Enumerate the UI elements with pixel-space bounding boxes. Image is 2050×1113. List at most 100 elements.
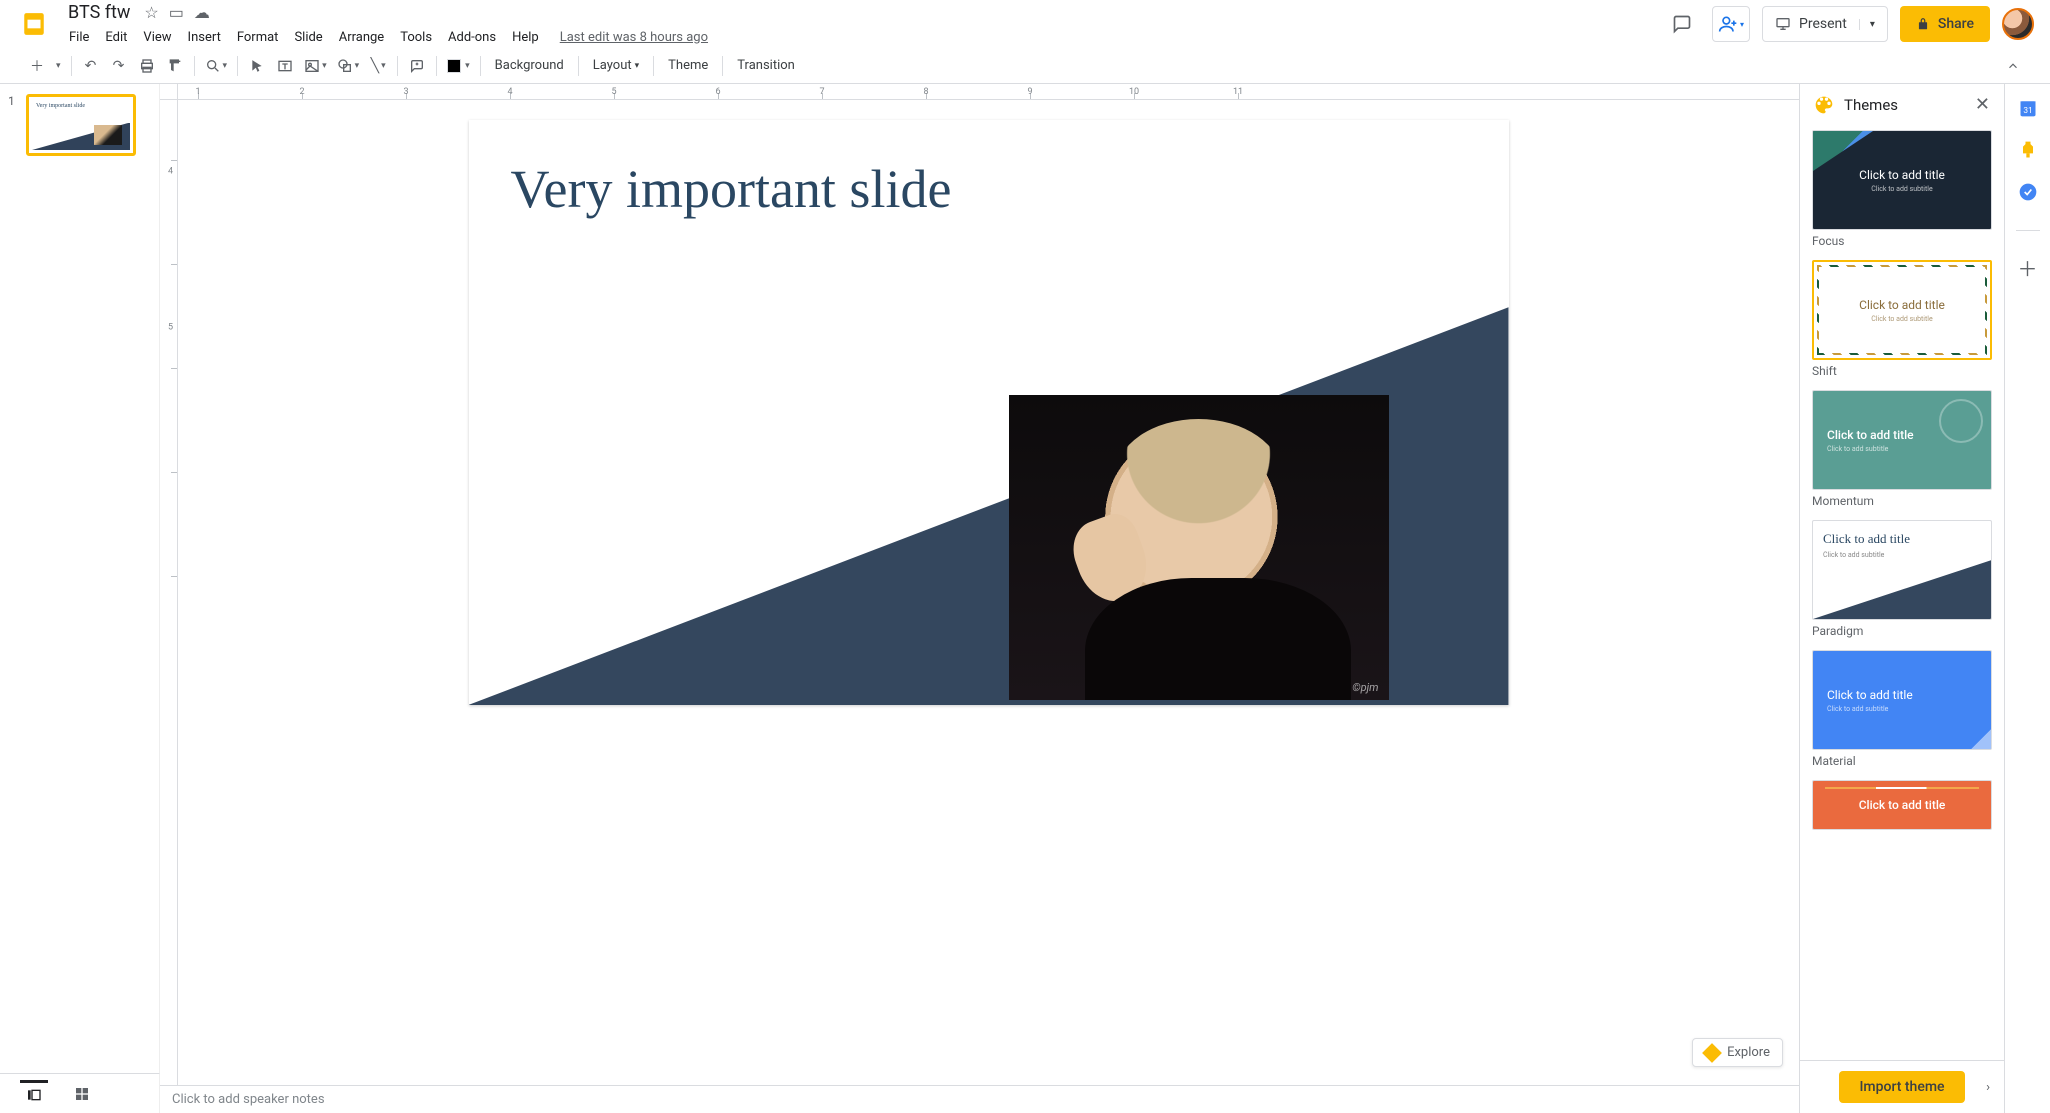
new-slide-button[interactable]: ＋ — [24, 53, 50, 79]
separator — [397, 56, 398, 76]
slide-image[interactable]: ©pjm — [1009, 395, 1389, 700]
slides-logo[interactable] — [16, 6, 52, 42]
doc-title[interactable]: BTS ftw — [62, 0, 136, 25]
line-tool[interactable]: ╲ ▾ — [365, 53, 391, 79]
theme-label: Momentum — [1812, 494, 1992, 508]
theme-shift[interactable]: Click to add title Click to add subtitle… — [1812, 260, 1992, 378]
add-person-button[interactable]: ▾ — [1712, 6, 1750, 42]
image-watermark: ©pjm — [1352, 681, 1378, 694]
theme-preview-title: Click to add title — [1859, 168, 1945, 182]
explore-button[interactable]: Explore — [1692, 1038, 1783, 1067]
ruler-vertical[interactable]: 12345 — [160, 100, 178, 1085]
theme-button[interactable]: Theme — [660, 53, 716, 79]
theme-momentum[interactable]: Click to add title Click to add subtitle… — [1812, 390, 1992, 508]
comments-icon[interactable] — [1664, 6, 1700, 42]
filmstrip-slide[interactable]: 1 Very important slide — [8, 94, 151, 156]
calendar-icon[interactable]: 31 — [2018, 98, 2038, 118]
present-caret-icon[interactable]: ▾ — [1859, 19, 1875, 30]
menu-view[interactable]: View — [136, 26, 178, 49]
star-icon[interactable]: ☆ — [144, 3, 158, 22]
theme-preview-subtitle: Click to add subtitle — [1859, 185, 1945, 193]
explore-icon — [1702, 1043, 1722, 1063]
theme-focus[interactable]: Click to add title Click to add subtitle… — [1812, 130, 1992, 248]
theme-material[interactable]: Click to add title Click to add subtitle… — [1812, 650, 1992, 768]
speaker-notes[interactable]: Click to add speaker notes — [160, 1085, 1799, 1113]
menu-arrange[interactable]: Arrange — [332, 26, 391, 49]
menu-tools[interactable]: Tools — [393, 26, 439, 49]
themes-list[interactable]: Click to add title Click to add subtitle… — [1800, 126, 2004, 1060]
canvas-area: 1234567891011 12345 Very important slide… — [160, 84, 1799, 1113]
ruler-horizontal[interactable]: 1234567891011 — [178, 84, 1799, 100]
filmstrip-view-button[interactable] — [20, 1080, 48, 1108]
chevron-right-icon[interactable]: › — [1986, 1080, 1990, 1095]
hide-menus-button[interactable] — [2000, 53, 2026, 79]
toolbar: ＋ ▾ ↶ ↷ ▾ ▾ ▾ ╲ ▾ ▾ Background Layout▾ T… — [0, 48, 2050, 84]
transition-button[interactable]: Transition — [729, 53, 803, 79]
print-button[interactable] — [134, 53, 160, 79]
present-button[interactable]: Present ▾ — [1762, 6, 1888, 42]
theme-preview-subtitle: Click to add subtitle — [1859, 315, 1945, 323]
theme-preview-subtitle: Click to add subtitle — [1823, 551, 1884, 559]
theme-label: Paradigm — [1812, 624, 1992, 638]
zoom-button[interactable]: ▾ — [201, 53, 232, 79]
slide-canvas[interactable]: Very important slide ©pjm — [469, 120, 1509, 705]
menu-addons[interactable]: Add-ons — [441, 26, 503, 49]
present-label: Present — [1799, 16, 1847, 32]
tasks-icon[interactable] — [2018, 182, 2038, 202]
theme-label: Focus — [1812, 234, 1992, 248]
separator — [578, 56, 579, 76]
menu-file[interactable]: File — [62, 26, 96, 49]
main: 1 Very important slide 123456789101 — [0, 84, 2050, 1113]
separator — [71, 56, 72, 76]
account-avatar[interactable] — [2002, 8, 2034, 40]
menu-format[interactable]: Format — [230, 26, 286, 49]
background-button[interactable]: Background — [487, 53, 572, 79]
menu-insert[interactable]: Insert — [181, 26, 228, 49]
move-icon[interactable]: ▭ — [169, 3, 184, 22]
share-button[interactable]: Share — [1900, 6, 1990, 42]
redo-button[interactable]: ↷ — [106, 53, 132, 79]
import-theme-bar: Import theme › — [1800, 1060, 2004, 1113]
menu-edit[interactable]: Edit — [98, 26, 134, 49]
theme-preview-title: Click to add title — [1859, 298, 1945, 312]
slide-viewport[interactable]: Very important slide ©pjm — [178, 100, 1799, 1085]
theme-preview-title: Click to add title — [1859, 798, 1946, 812]
grid-view-button[interactable] — [68, 1080, 96, 1108]
shape-tool[interactable]: ▾ — [333, 53, 364, 79]
theme-next[interactable]: Click to add title — [1812, 780, 1992, 830]
select-tool[interactable] — [244, 53, 270, 79]
keep-icon[interactable] — [2018, 140, 2038, 160]
close-icon[interactable]: ✕ — [1975, 94, 1990, 115]
theme-preview-title: Click to add title — [1827, 428, 1914, 442]
menu-help[interactable]: Help — [505, 26, 546, 49]
separator — [480, 56, 481, 76]
palette-icon — [1814, 95, 1834, 115]
import-theme-button[interactable]: Import theme — [1839, 1071, 1964, 1103]
comment-tool[interactable] — [404, 53, 430, 79]
caret-icon: ▾ — [1740, 20, 1744, 29]
undo-button[interactable]: ↶ — [78, 53, 104, 79]
slide-title-text[interactable]: Very important slide — [511, 158, 952, 220]
theme-label: Shift — [1812, 364, 1992, 378]
theme-preview-title: Click to add title — [1823, 531, 1910, 547]
last-edit-link[interactable]: Last edit was 8 hours ago — [560, 30, 708, 45]
add-addon-icon[interactable]: ＋ — [2018, 253, 2038, 282]
theme-preview-title: Click to add title — [1827, 688, 1913, 702]
menu-slide[interactable]: Slide — [287, 26, 329, 49]
thumb-title: Very important slide — [32, 100, 130, 112]
theme-preview-subtitle: Click to add subtitle — [1827, 705, 1888, 713]
fill-color-tool[interactable]: ▾ — [443, 53, 474, 79]
image-tool[interactable]: ▾ — [300, 53, 331, 79]
share-label: Share — [1938, 16, 1974, 32]
theme-paradigm[interactable]: Click to add title Click to add subtitle… — [1812, 520, 1992, 638]
themes-title: Themes — [1844, 96, 1965, 114]
side-rail: 31 ＋ — [2004, 84, 2050, 1113]
paint-format-button[interactable] — [162, 53, 188, 79]
separator — [436, 56, 437, 76]
layout-button[interactable]: Layout▾ — [585, 53, 647, 79]
textbox-tool[interactable] — [272, 53, 298, 79]
new-slide-caret[interactable]: ▾ — [52, 53, 65, 79]
separator — [194, 56, 195, 76]
menubar: File Edit View Insert Format Slide Arran… — [62, 26, 708, 49]
cloud-icon[interactable]: ☁ — [194, 3, 210, 22]
